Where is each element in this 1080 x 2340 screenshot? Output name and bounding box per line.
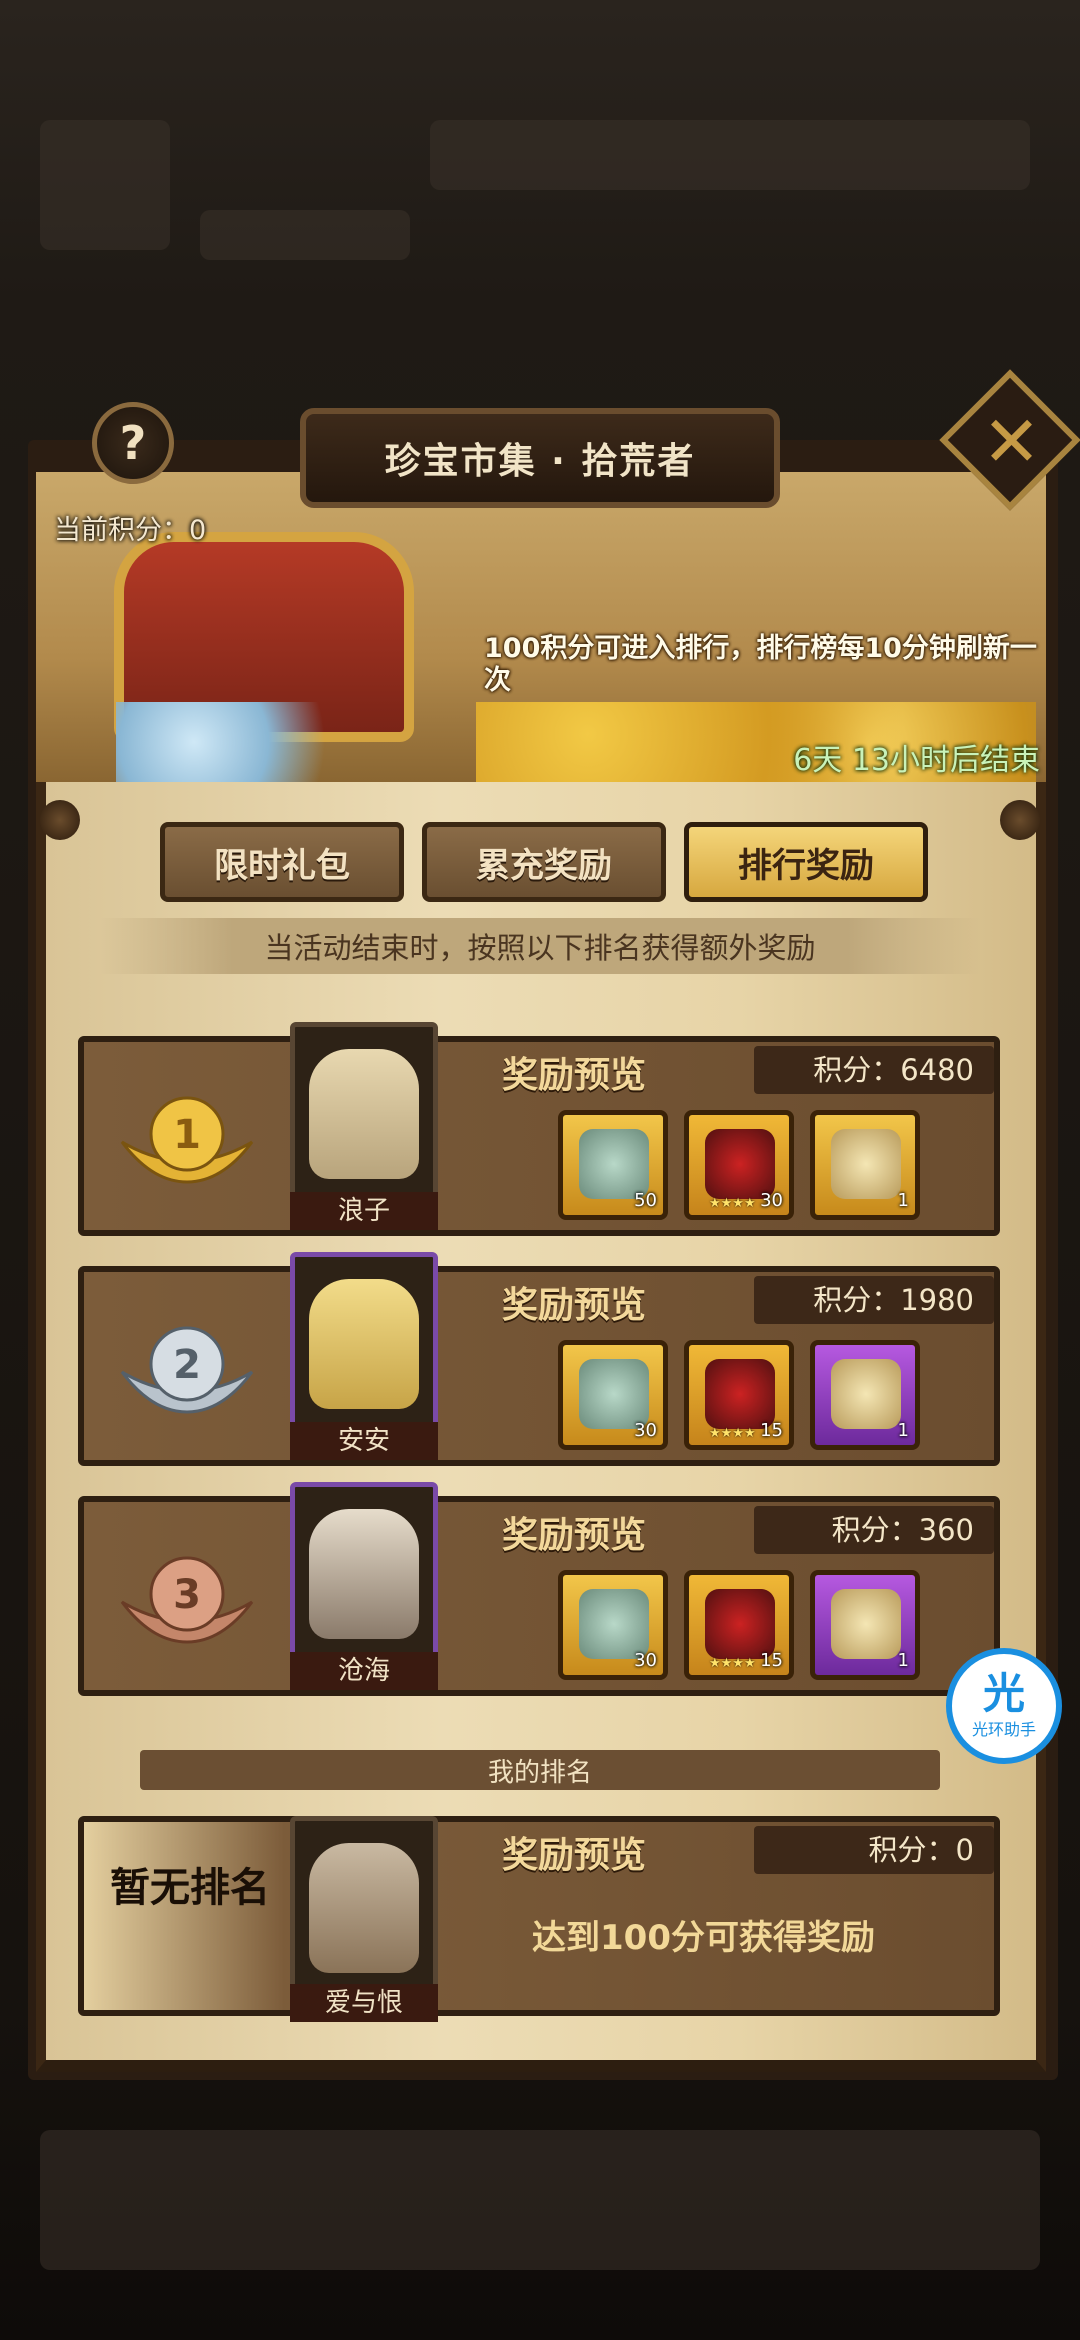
my-rank-header: 我的排名	[140, 1750, 940, 1790]
reward-items: 30 ★★★★ 15 1	[558, 1570, 920, 1680]
hero-name: 爱与恨	[290, 1984, 438, 2022]
halo-assistant-icon: 光	[982, 1669, 1025, 1718]
page-title: 珍宝市集 · 拾荒者	[384, 441, 696, 482]
treasure-chest-icon[interactable]: 1	[810, 1110, 920, 1220]
hero-shard-icon[interactable]: ★★★★ 30	[684, 1110, 794, 1220]
gold-rank-medal-icon: 1	[120, 1096, 254, 1184]
reward-items: 30 ★★★★ 15 1	[558, 1340, 920, 1450]
rank-number: 2	[173, 1342, 201, 1388]
ranking-subtitle: 当活动结束时，按照以下排名获得额外奖励	[100, 918, 980, 974]
reward-tip: 达到100分可获得奖励	[532, 1918, 875, 1958]
rank-number: 1	[173, 1112, 201, 1158]
rank-points: 积分：1980	[754, 1276, 994, 1324]
tab-limited-pack[interactable]: 限时礼包	[160, 822, 404, 902]
current-score: 当前积分：0	[54, 515, 207, 546]
question-icon[interactable]: ?	[92, 402, 174, 484]
reward-preview-label: 奖励预览	[502, 1835, 647, 1876]
ranking-note: 100积分可进入排行，排行榜每10分钟刷新一次	[484, 633, 1037, 696]
hero-name: 安安	[290, 1422, 438, 1460]
tab-bar: 限时礼包 累充奖励 排行奖励	[160, 822, 930, 902]
hero-name: 沧海	[290, 1652, 438, 1690]
halo-assistant-badge[interactable]: 光 光环助手	[946, 1648, 1062, 1764]
rank-row: 1 浪子 奖励预览 积分：6480 50 ★★★★ 30 1	[78, 1022, 1000, 1236]
coin-medal-icon[interactable]: 30	[558, 1570, 668, 1680]
gems-art	[116, 702, 376, 782]
coin-medal-icon[interactable]: 50	[558, 1110, 668, 1220]
rank-row: 2 安安 奖励预览 积分：1980 30 ★★★★ 15 1	[78, 1252, 1000, 1466]
reward-preview-label: 奖励预览	[502, 1515, 647, 1556]
no-rank-status: 暂无排名	[110, 1865, 270, 1911]
title-plate: 珍宝市集 · 拾荒者	[300, 408, 780, 508]
treasure-chest-icon[interactable]: 1	[810, 1570, 920, 1680]
rank-number: 3	[173, 1572, 201, 1618]
tab-recharge-reward[interactable]: 累充奖励	[422, 822, 666, 902]
coin-medal-icon[interactable]: 30	[558, 1340, 668, 1450]
close-icon: ✕	[969, 410, 1051, 470]
hero-name: 浪子	[290, 1192, 438, 1230]
hero-portrait[interactable]	[290, 1022, 438, 1218]
reward-preview-label: 奖励预览	[502, 1055, 647, 1096]
hero-portrait[interactable]	[290, 1482, 438, 1678]
hero-portrait[interactable]	[290, 1252, 438, 1448]
silver-rank-medal-icon: 2	[120, 1326, 254, 1414]
rank-row: 3 沧海 奖励预览 积分：360 30 ★★★★ 15 1	[78, 1482, 1000, 1696]
event-timer: 6天 13小时后结束	[793, 743, 1040, 778]
rank-points: 积分：0	[754, 1826, 994, 1874]
rank-points: 积分：6480	[754, 1046, 994, 1094]
hero-shard-icon[interactable]: ★★★★ 15	[684, 1570, 794, 1680]
treasure-chest-icon[interactable]: 1	[810, 1340, 920, 1450]
tab-ranking-reward[interactable]: 排行奖励	[684, 822, 928, 902]
bronze-rank-medal-icon: 3	[120, 1556, 254, 1644]
hero-shard-icon[interactable]: ★★★★ 15	[684, 1340, 794, 1450]
reward-items: 50 ★★★★ 30 1	[558, 1110, 920, 1220]
halo-assistant-label: 光环助手	[971, 1720, 1036, 1739]
rank-points: 积分：360	[754, 1506, 994, 1554]
reward-preview-label: 奖励预览	[502, 1285, 647, 1326]
hero-portrait[interactable]	[290, 1816, 438, 2012]
